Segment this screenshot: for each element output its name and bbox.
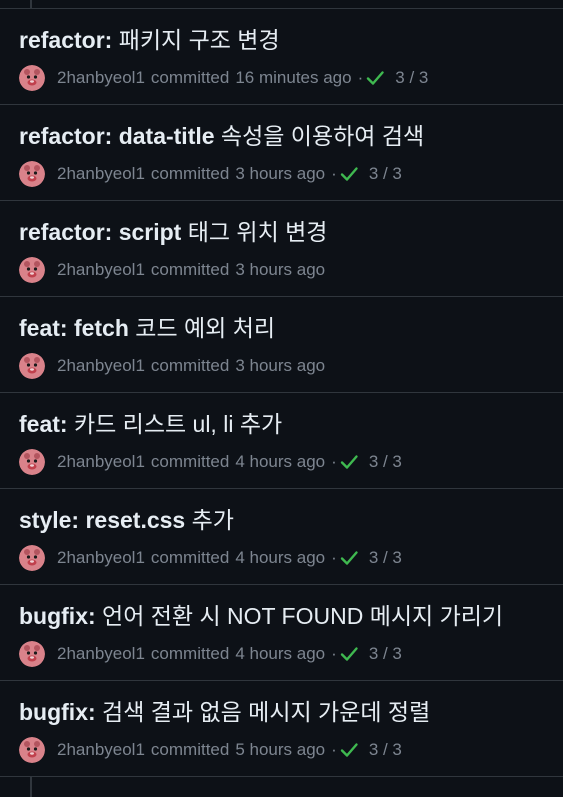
commit-meta: 2hanbyeol1 committed 4 hours ago · 3 / 3 <box>19 449 402 475</box>
separator-dot: · <box>331 740 337 759</box>
separator-dot: · <box>331 164 337 183</box>
commit-title[interactable]: refactor: data-title 속성을 이용하여 검색 <box>19 121 424 151</box>
check-status-count[interactable]: 3 / 3 <box>369 164 402 184</box>
check-status-count[interactable]: 3 / 3 <box>369 740 402 760</box>
commit-meta: 2hanbyeol1 committed 3 hours ago · 3 / 3 <box>19 161 402 187</box>
commit-item[interactable]: refactor: script 태그 위치 변경 2hanbyeol1 com… <box>0 201 563 297</box>
commit-meta: 2hanbyeol1 committed 16 minutes ago · 3 … <box>19 65 428 91</box>
avatar[interactable] <box>19 161 45 187</box>
commit-item[interactable]: feat: fetch 코드 예외 처리 2hanbyeol1 committe… <box>0 297 563 393</box>
author-link[interactable]: 2hanbyeol1 <box>57 164 145 184</box>
commit-message: 추가 <box>185 507 234 533</box>
relative-time: 4 hours ago <box>235 452 326 471</box>
author-link[interactable]: 2hanbyeol1 <box>57 452 145 472</box>
avatar[interactable] <box>19 641 45 667</box>
relative-time: 16 minutes ago <box>235 68 352 87</box>
commit-verb: committed <box>150 356 230 375</box>
commit-verb: committed <box>150 740 230 759</box>
commit-message: 검색 결과 없음 메시지 가운데 정렬 <box>95 699 431 725</box>
author-link[interactable]: 2hanbyeol1 <box>57 548 145 568</box>
author-link[interactable]: 2hanbyeol1 <box>57 68 145 88</box>
relative-time: 5 hours ago <box>235 740 326 759</box>
avatar[interactable] <box>19 545 45 571</box>
commit-item[interactable]: style: reset.css 추가 2hanbyeol1 committed… <box>0 489 563 585</box>
commit-title[interactable]: bugfix: 검색 결과 없음 메시지 가운데 정렬 <box>19 697 430 727</box>
commit-message: 패키지 구조 변경 <box>112 27 280 53</box>
commit-title[interactable]: refactor: 패키지 구조 변경 <box>19 25 280 55</box>
avatar[interactable] <box>19 257 45 283</box>
commit-meta: 2hanbyeol1 committed 4 hours ago · 3 / 3 <box>19 641 402 667</box>
commit-prefix: style: reset.css <box>19 507 186 533</box>
commit-prefix: refactor: data-title <box>19 123 215 149</box>
commit-verb: committed <box>150 644 230 663</box>
commit-meta: 2hanbyeol1 committed 3 hours ago <box>19 257 325 283</box>
check-icon[interactable] <box>339 740 359 760</box>
commit-item[interactable]: feat: 카드 리스트 ul, li 추가 2hanbyeol1 commit… <box>0 393 563 489</box>
avatar[interactable] <box>19 737 45 763</box>
check-status-count[interactable]: 3 / 3 <box>369 548 402 568</box>
author-link[interactable]: 2hanbyeol1 <box>57 356 145 376</box>
commit-verb: committed <box>150 68 230 87</box>
check-icon[interactable] <box>339 452 359 472</box>
check-status-count[interactable]: 3 / 3 <box>395 68 428 88</box>
check-icon[interactable] <box>339 548 359 568</box>
commit-verb: committed <box>150 452 230 471</box>
author-link[interactable]: 2hanbyeol1 <box>57 740 145 760</box>
commit-title[interactable]: bugfix: 언어 전환 시 NOT FOUND 메시지 가리기 <box>19 601 503 631</box>
commit-prefix: refactor: script <box>19 219 182 245</box>
commit-verb: committed <box>150 260 230 279</box>
relative-time: 4 hours ago <box>235 644 326 663</box>
avatar[interactable] <box>19 449 45 475</box>
check-status-count[interactable]: 3 / 3 <box>369 452 402 472</box>
commit-item[interactable]: bugfix: 언어 전환 시 NOT FOUND 메시지 가리기 2hanby… <box>0 585 563 681</box>
commit-message: 속성을 이용하여 검색 <box>214 123 425 149</box>
relative-time: 3 hours ago <box>235 356 326 375</box>
separator-dot: · <box>331 548 337 567</box>
commit-title[interactable]: feat: 카드 리스트 ul, li 추가 <box>19 409 282 439</box>
commit-title[interactable]: refactor: script 태그 위치 변경 <box>19 217 327 247</box>
commit-meta: 2hanbyeol1 committed 5 hours ago · 3 / 3 <box>19 737 402 763</box>
avatar[interactable] <box>19 353 45 379</box>
commit-prefix: refactor: <box>19 27 113 53</box>
commit-list: refactor: 패키지 구조 변경 2hanbyeol1 committed… <box>0 8 563 777</box>
commit-title[interactable]: style: reset.css 추가 <box>19 505 234 535</box>
commit-item[interactable]: bugfix: 검색 결과 없음 메시지 가운데 정렬 2hanbyeol1 c… <box>0 681 563 777</box>
commit-item[interactable]: refactor: data-title 속성을 이용하여 검색 2hanbye… <box>0 105 563 201</box>
avatar[interactable] <box>19 65 45 91</box>
separator-dot: · <box>331 452 337 471</box>
author-link[interactable]: 2hanbyeol1 <box>57 644 145 664</box>
commit-message: 카드 리스트 ul, li 추가 <box>67 411 283 437</box>
separator-dot: · <box>331 644 337 663</box>
check-status-count[interactable]: 3 / 3 <box>369 644 402 664</box>
commit-verb: committed <box>150 548 230 567</box>
relative-time: 3 hours ago <box>235 260 326 279</box>
commit-title[interactable]: feat: fetch 코드 예외 처리 <box>19 313 275 343</box>
commit-prefix: bugfix: <box>19 699 96 725</box>
check-icon[interactable] <box>339 164 359 184</box>
commit-meta: 2hanbyeol1 committed 3 hours ago <box>19 353 325 379</box>
relative-time: 3 hours ago <box>235 164 326 183</box>
author-link[interactable]: 2hanbyeol1 <box>57 260 145 280</box>
check-icon[interactable] <box>339 644 359 664</box>
commit-prefix: bugfix: <box>19 603 96 629</box>
commit-prefix: feat: <box>19 411 68 437</box>
commit-message: 코드 예외 처리 <box>128 315 276 341</box>
relative-time: 4 hours ago <box>235 548 326 567</box>
check-icon[interactable] <box>365 68 385 88</box>
separator-dot: · <box>357 68 364 87</box>
commit-meta: 2hanbyeol1 committed 4 hours ago · 3 / 3 <box>19 545 402 571</box>
commit-prefix: feat: fetch <box>19 315 129 341</box>
commit-message: 태그 위치 변경 <box>181 219 328 245</box>
commit-message: 언어 전환 시 NOT FOUND 메시지 가리기 <box>95 603 504 629</box>
commit-verb: committed <box>150 164 230 183</box>
commit-item[interactable]: refactor: 패키지 구조 변경 2hanbyeol1 committed… <box>0 9 563 105</box>
